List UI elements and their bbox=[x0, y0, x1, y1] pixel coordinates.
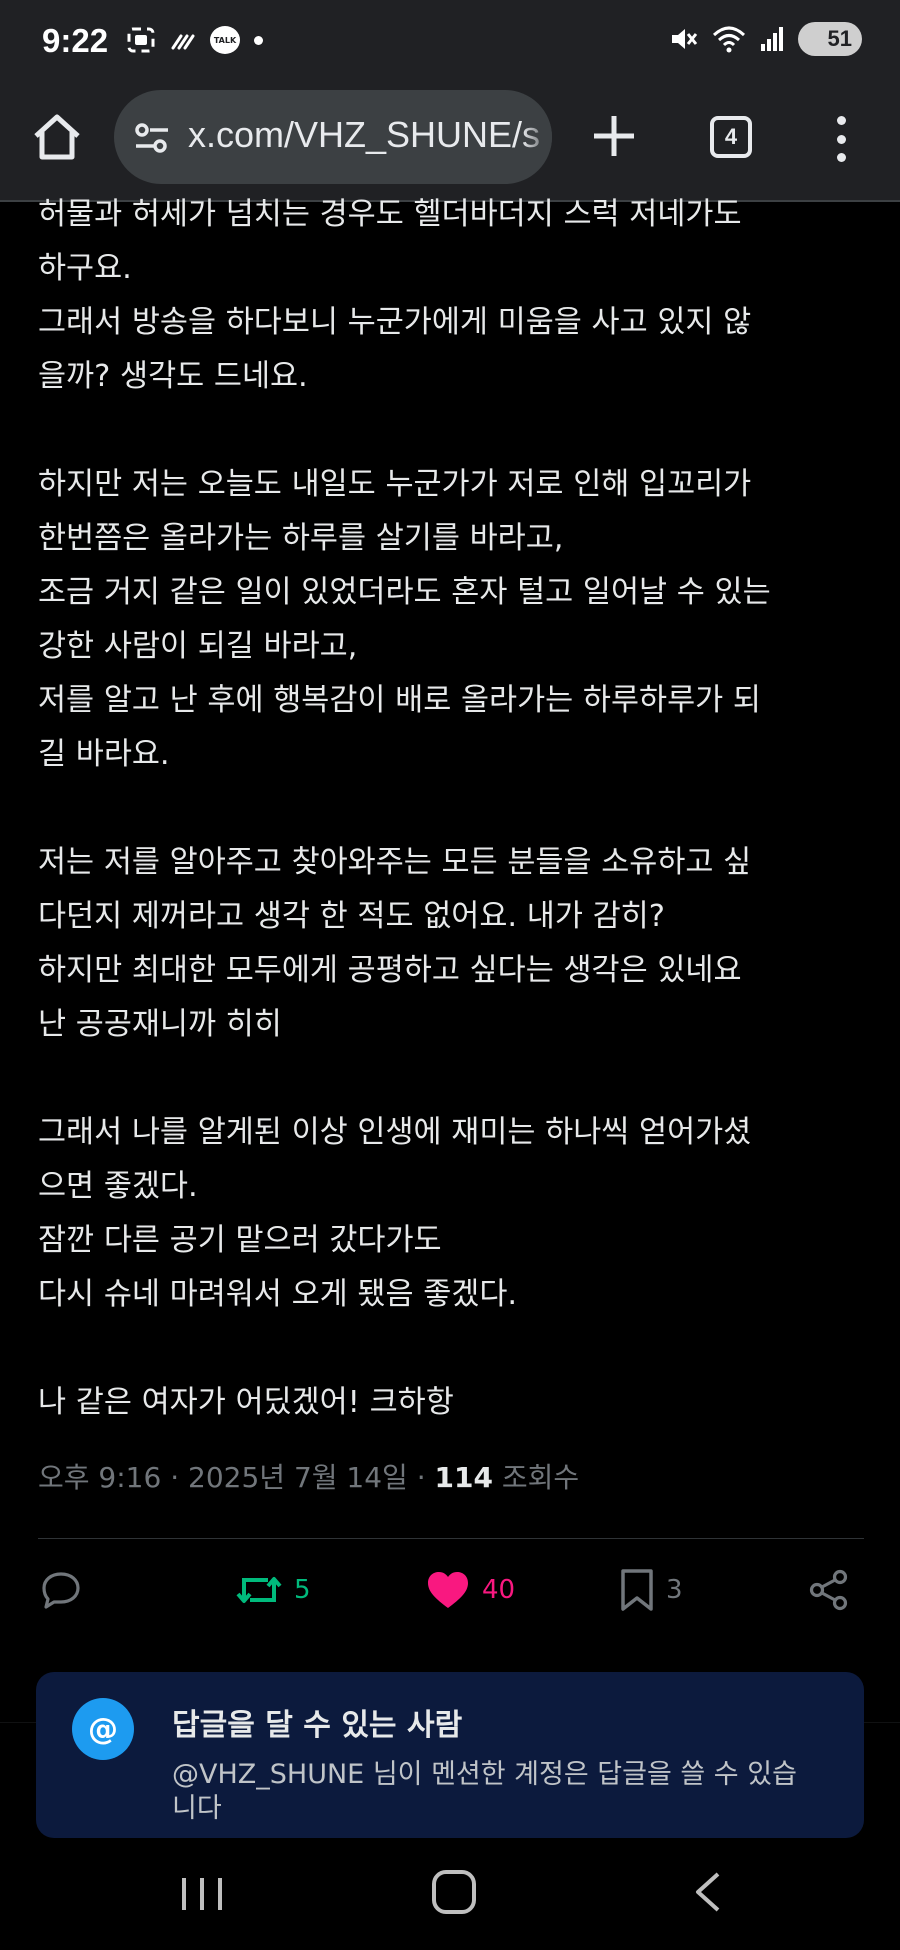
post-text: 허물과 허세가 넘치는 경우도 헬더바더지 스럭 저네가도하구요. 그래서 방송을… bbox=[38, 188, 866, 1430]
more-options-icon[interactable] bbox=[826, 114, 856, 164]
signal-icon bbox=[761, 27, 783, 51]
post-meta: 오후 9:16 · 2025년 7월 14일 · 114 조회수 bbox=[38, 1456, 579, 1496]
post-text-line: 그래서 방송을 하다보니 누군가에게 미움을 사고 있지 않 bbox=[38, 305, 752, 340]
url-text: x.com/VHZ_SHUNE/s bbox=[188, 114, 541, 155]
repost-icon bbox=[236, 1577, 282, 1603]
meta-separator: · bbox=[170, 1461, 189, 1494]
reply-restriction-description-cont: 니다 bbox=[172, 1793, 222, 1824]
post-text-line: 하구요. bbox=[38, 251, 132, 286]
divider bbox=[38, 1538, 864, 1539]
like-count: 40 bbox=[482, 1575, 516, 1605]
post-text-line: 다던지 제꺼라고 생각 한 적도 없어요. 내가 감히? bbox=[38, 899, 665, 934]
post-actions: 5 40 3 bbox=[38, 1560, 864, 1620]
post-text-line: 길 바라요. bbox=[38, 737, 170, 772]
status-notification-icons: TALK bbox=[126, 26, 263, 54]
status-time: 9:22 bbox=[42, 22, 109, 59]
share-button[interactable] bbox=[808, 1560, 850, 1620]
views-label: 조회수 bbox=[501, 1461, 580, 1494]
post-text-line: 한번쯤은 올라가는 하루를 살기를 바라고, bbox=[38, 521, 564, 556]
mute-icon bbox=[672, 29, 698, 49]
post-text-line: 하지만 저는 오늘도 내일도 누군가가 저로 인해 입꼬리가 bbox=[38, 467, 752, 502]
post-text-line: 허물과 허세가 넘치는 경우도 헬더바더지 스럭 저네가도 bbox=[38, 197, 742, 232]
home-icon[interactable] bbox=[30, 110, 84, 164]
bookmark-button[interactable]: 3 bbox=[620, 1560, 683, 1620]
battery-indicator: 51 bbox=[798, 22, 862, 56]
reply-restriction-description: @VHZ_SHUNE 님이 멘션한 계정은 답글을 쓸 수 있습 bbox=[172, 1759, 797, 1790]
browser-toolbar: x.com/VHZ_SHUNE/s 4 bbox=[0, 84, 900, 202]
screenshot-icon bbox=[127, 27, 155, 53]
reply-restriction-card: @ 답글을 달 수 있는 사람 @VHZ_SHUNE 님이 멘션한 계정은 답글… bbox=[36, 1672, 864, 1838]
status-bar: 9:22 TALK 51 bbox=[0, 0, 900, 84]
reply-icon bbox=[42, 1572, 80, 1609]
post-text-line: 조금 거지 같은 일이 있었더라도 혼자 털고 일어날 수 있는 bbox=[38, 575, 771, 610]
post-text-line: 하지만 최대한 모두에게 공평하고 싶다는 생각은 있네요 bbox=[38, 953, 742, 988]
post-text-line: 그래서 나를 알게된 이상 인생에 재미는 하나씩 얻어가셨 bbox=[38, 1115, 752, 1150]
post-time: 오후 9:16 bbox=[38, 1461, 162, 1494]
url-fade bbox=[522, 90, 552, 184]
post-text-line: 다시 슈네 마려워서 오게 됐음 좋겠다. bbox=[38, 1277, 518, 1312]
post-text-line: 저를 알고 난 후에 행복감이 배로 올라가는 하루하루가 되 bbox=[38, 683, 761, 718]
kakaotalk-icon: TALK bbox=[210, 26, 240, 54]
views-count: 114 bbox=[434, 1461, 493, 1494]
tab-switcher-button[interactable]: 4 bbox=[710, 116, 752, 158]
post-text-line: 나 같은 여자가 어딨겠어! 크하항 bbox=[38, 1385, 454, 1420]
site-settings-icon[interactable] bbox=[132, 118, 172, 158]
repost-count: 5 bbox=[294, 1575, 311, 1605]
meta-separator: · bbox=[416, 1461, 435, 1494]
heart-icon bbox=[428, 1572, 468, 1608]
bookmark-icon bbox=[621, 1569, 653, 1611]
more-notifications-dot bbox=[254, 35, 263, 45]
wifi-calling-icon bbox=[171, 34, 195, 50]
post-text-line: 으면 좋겠다. bbox=[38, 1169, 198, 1204]
share-icon bbox=[809, 1569, 848, 1611]
status-system-icons: 51 bbox=[668, 22, 862, 56]
post-text-line: 잠깐 다른 공기 맡으러 갔다가도 bbox=[38, 1223, 442, 1258]
wifi-icon bbox=[712, 26, 746, 53]
repost-button[interactable]: 5 bbox=[236, 1560, 311, 1620]
bookmark-count: 3 bbox=[666, 1575, 683, 1605]
system-navigation-bar bbox=[0, 1840, 900, 1950]
post-text-line: 저는 저를 알아주고 찾아와주는 모든 분들을 소유하고 싶 bbox=[38, 845, 752, 880]
new-tab-icon[interactable] bbox=[588, 110, 640, 162]
post-text-line: 난 공공재니까 히히 bbox=[38, 1007, 282, 1042]
recent-apps-icon[interactable] bbox=[178, 1874, 226, 1914]
reply-button[interactable] bbox=[40, 1560, 82, 1620]
post-date: 2025년 7월 14일 bbox=[188, 1461, 408, 1494]
like-button[interactable]: 40 bbox=[426, 1560, 515, 1620]
back-icon[interactable] bbox=[688, 1870, 728, 1914]
system-home-icon[interactable] bbox=[432, 1870, 476, 1914]
post-text-line: 을까? 생각도 드네요. bbox=[38, 359, 308, 394]
mention-icon: @ bbox=[72, 1698, 134, 1760]
reply-restriction-title: 답글을 달 수 있는 사람 bbox=[172, 1708, 463, 1743]
post-text-line: 강한 사람이 되길 바라고, bbox=[38, 629, 358, 664]
address-bar[interactable]: x.com/VHZ_SHUNE/s bbox=[114, 90, 552, 184]
